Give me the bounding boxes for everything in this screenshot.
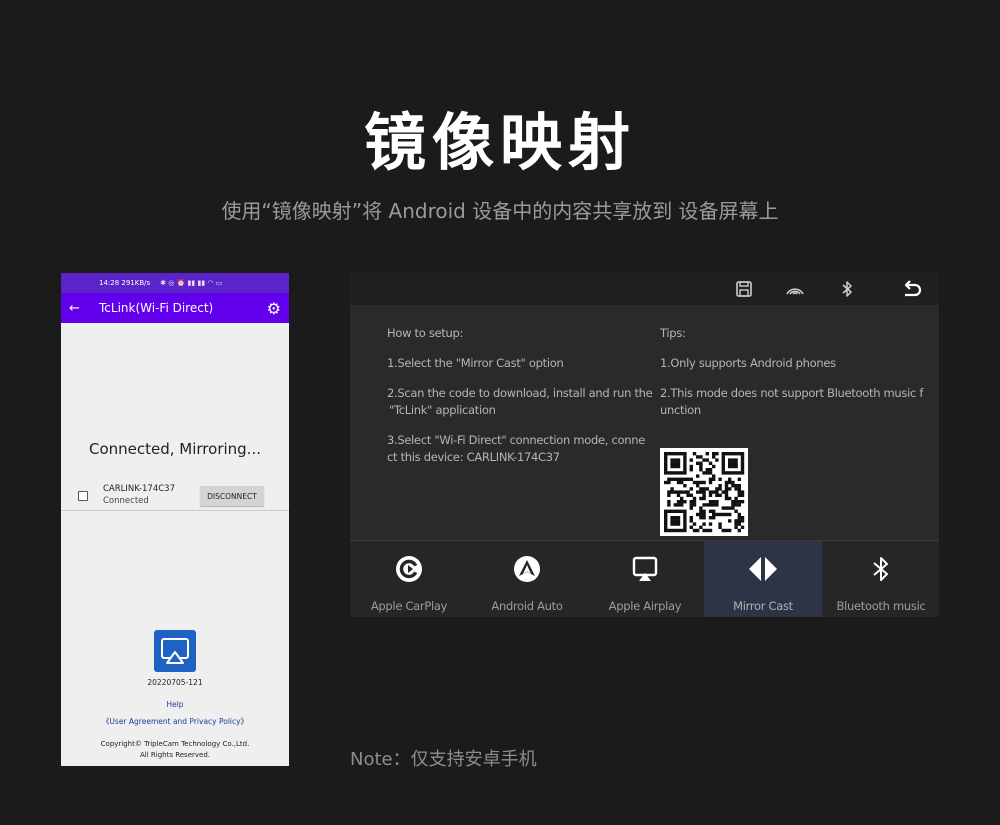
mirror-cast-icon <box>747 553 779 585</box>
setup-step-line: 2.Scan the code to download, install and… <box>387 386 653 400</box>
dock-label: Apple CarPlay <box>370 599 448 613</box>
tip-line: 2.This mode does not support Bluetooth m… <box>660 386 924 400</box>
setup-step-line: ct this device: CARLINK-174C37 <box>387 450 560 464</box>
setup-heading: How to setup: <box>387 326 464 340</box>
tips: Tips: 1.Only supports Android phones 2.T… <box>660 325 923 432</box>
disconnect-button[interactable]: DISCONNECT <box>200 486 264 506</box>
dock-item-apple-carplay[interactable]: Apple CarPlay <box>350 541 468 617</box>
dock-label: Android Auto <box>491 599 563 613</box>
back-arrow-icon[interactable]: ← <box>69 301 99 316</box>
dock-item-android-auto[interactable]: Android Auto <box>468 541 586 617</box>
connection-status: Connected, Mirroring... <box>88 440 261 458</box>
save-icon[interactable] <box>732 277 756 301</box>
setup-step: 3.Select "Wi-Fi Direct" connection mode,… <box>387 432 652 466</box>
dock-label: Mirror Cast <box>733 599 793 613</box>
tip-item: 2.This mode does not support Bluetooth m… <box>660 385 923 419</box>
setup-step-line: "TcLink" application <box>389 403 496 417</box>
setup-instructions: How to setup: 1.Select the "Mirror Cast"… <box>387 325 653 479</box>
tip-item: 1.Only supports Android phones <box>660 356 836 370</box>
help-link[interactable]: Help <box>61 700 289 709</box>
tclink-logo-icon <box>154 630 196 672</box>
head-unit-top-bar <box>350 273 939 305</box>
status-bar-text: 14:28 291KB/s <box>99 279 151 287</box>
copyright-line: Copyright© TripleCam Technology Co.,Ltd. <box>100 740 250 748</box>
tip-line: unction <box>660 403 701 417</box>
mode-dock: Apple CarPlay Android Auto Apple Airplay… <box>350 540 939 617</box>
back-icon[interactable] <box>898 277 922 301</box>
setup-panel: How to setup: 1.Select the "Mirror Cast"… <box>350 305 939 540</box>
qr-code[interactable] <box>660 448 748 536</box>
copyright: Copyright© TripleCam Technology Co.,Ltd.… <box>61 739 289 761</box>
tips-heading: Tips: <box>660 326 686 340</box>
app-title: TcLink(Wi-Fi Direct) <box>99 301 214 315</box>
device-state: Connected <box>103 496 149 506</box>
wireless-icon[interactable] <box>783 277 807 301</box>
page-title: 镜像映射 <box>363 106 636 179</box>
bluetooth-icon[interactable] <box>835 277 859 301</box>
app-version: 20220705-121 <box>147 678 203 687</box>
setup-step: 1.Select the "Mirror Cast" option <box>387 356 564 370</box>
agreement-link[interactable]: 《User Agreement and Privacy Policy》 <box>61 716 289 727</box>
device-row: CARLINK-174C37 Connected DISCONNECT <box>61 480 289 512</box>
phone-app-bar: ← TcLink(Wi-Fi Direct) ⚙ <box>61 293 289 323</box>
android-auto-icon <box>511 553 543 585</box>
setup-step-line: 3.Select "Wi-Fi Direct" connection mode,… <box>387 433 646 447</box>
copyright-line: All Rights Reserved. <box>139 751 210 759</box>
page-subtitle: 使用“镜像映射”将 Android 设备中的内容共享放到 设备屏幕上 <box>221 199 779 223</box>
dock-item-mirror-cast[interactable]: Mirror Cast <box>704 541 822 617</box>
dock-label: Bluetooth music <box>836 599 926 613</box>
status-icons: ✱ ◎ ⏰ ▮▮ ▮▮ ◠ ▭ <box>160 279 223 287</box>
footnote: Note：仅支持安卓手机 <box>350 749 537 770</box>
phone-screen: 14:28 291KB/s ✱ ◎ ⏰ ▮▮ ▮▮ ◠ ▭ ← TcLink(W… <box>61 273 289 766</box>
device-checkbox[interactable] <box>78 491 88 501</box>
head-unit-screen: How to setup: 1.Select the "Mirror Cast"… <box>350 273 939 617</box>
setup-step: 2.Scan the code to download, install and… <box>387 385 653 419</box>
phone-status-bar: 14:28 291KB/s ✱ ◎ ⏰ ▮▮ ▮▮ ◠ ▭ <box>61 273 289 293</box>
airplay-icon <box>629 553 661 585</box>
dock-item-bluetooth-music[interactable]: Bluetooth music <box>822 541 939 617</box>
device-name: CARLINK-174C37 <box>103 484 175 494</box>
gear-icon[interactable]: ⚙ <box>267 299 281 318</box>
dock-item-apple-airplay[interactable]: Apple Airplay <box>586 541 704 617</box>
dock-label: Apple Airplay <box>608 599 682 613</box>
carplay-icon <box>393 553 425 585</box>
bluetooth-music-icon <box>865 553 897 585</box>
divider <box>61 510 289 511</box>
